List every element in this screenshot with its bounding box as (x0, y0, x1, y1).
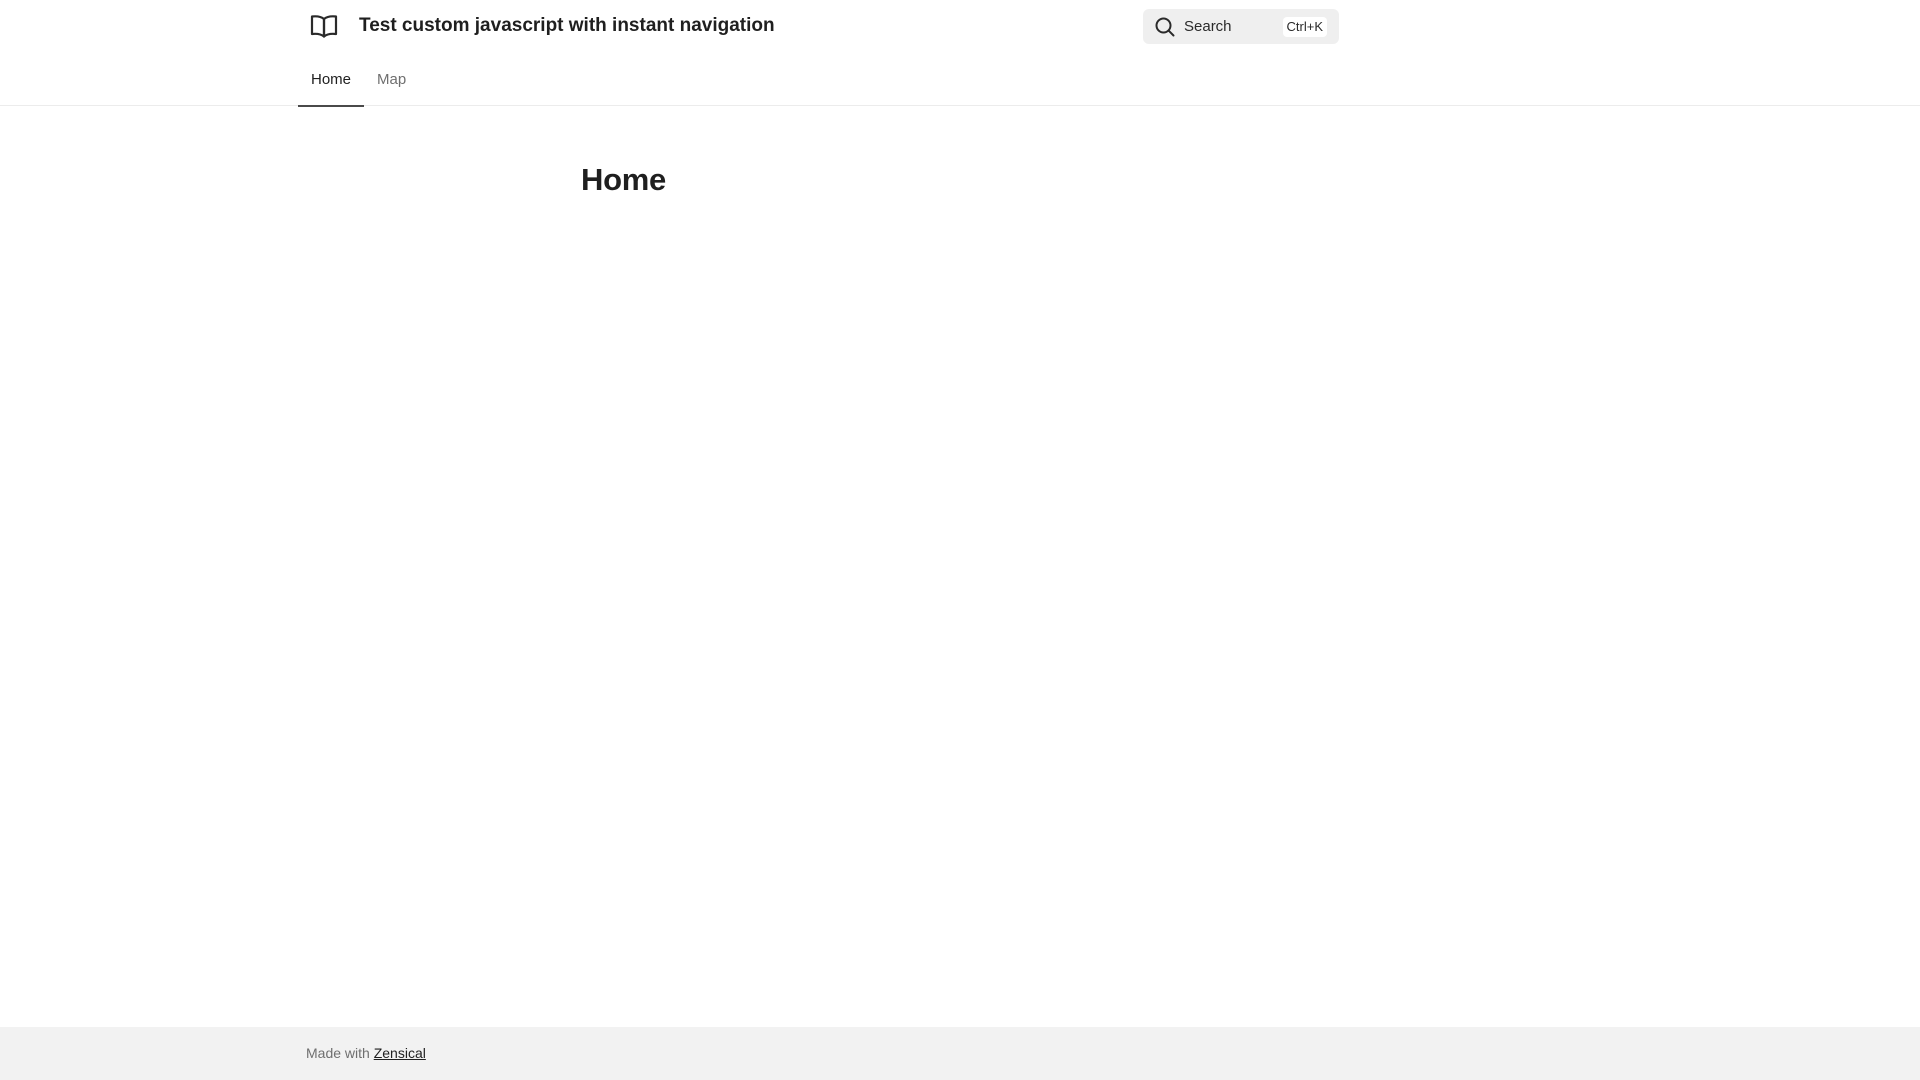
zensical-link[interactable]: Zensical (374, 1045, 426, 1061)
page: Test custom javascript with instant navi… (0, 0, 1920, 1080)
footer-prefix: Made with (306, 1045, 370, 1061)
search-icon (1155, 17, 1175, 37)
footer-credit: Made with Zensical (306, 1045, 426, 1062)
search-box[interactable]: Search Ctrl+K (1143, 9, 1339, 44)
nav-tabs: Home Map (298, 62, 419, 107)
page-title: Home (581, 162, 666, 197)
tab-home[interactable]: Home (298, 62, 365, 107)
site-footer: Made with Zensical (0, 1027, 1920, 1080)
search-shortcut-badge: Ctrl+K (1282, 17, 1327, 37)
tab-map[interactable]: Map (364, 62, 419, 106)
site-header: Test custom javascript with instant navi… (0, 0, 1920, 107)
logo-button[interactable] (306, 10, 342, 42)
book-open-icon (310, 15, 338, 38)
site-title[interactable]: Test custom javascript with instant navi… (359, 13, 775, 39)
search-label: Search (1184, 18, 1232, 35)
